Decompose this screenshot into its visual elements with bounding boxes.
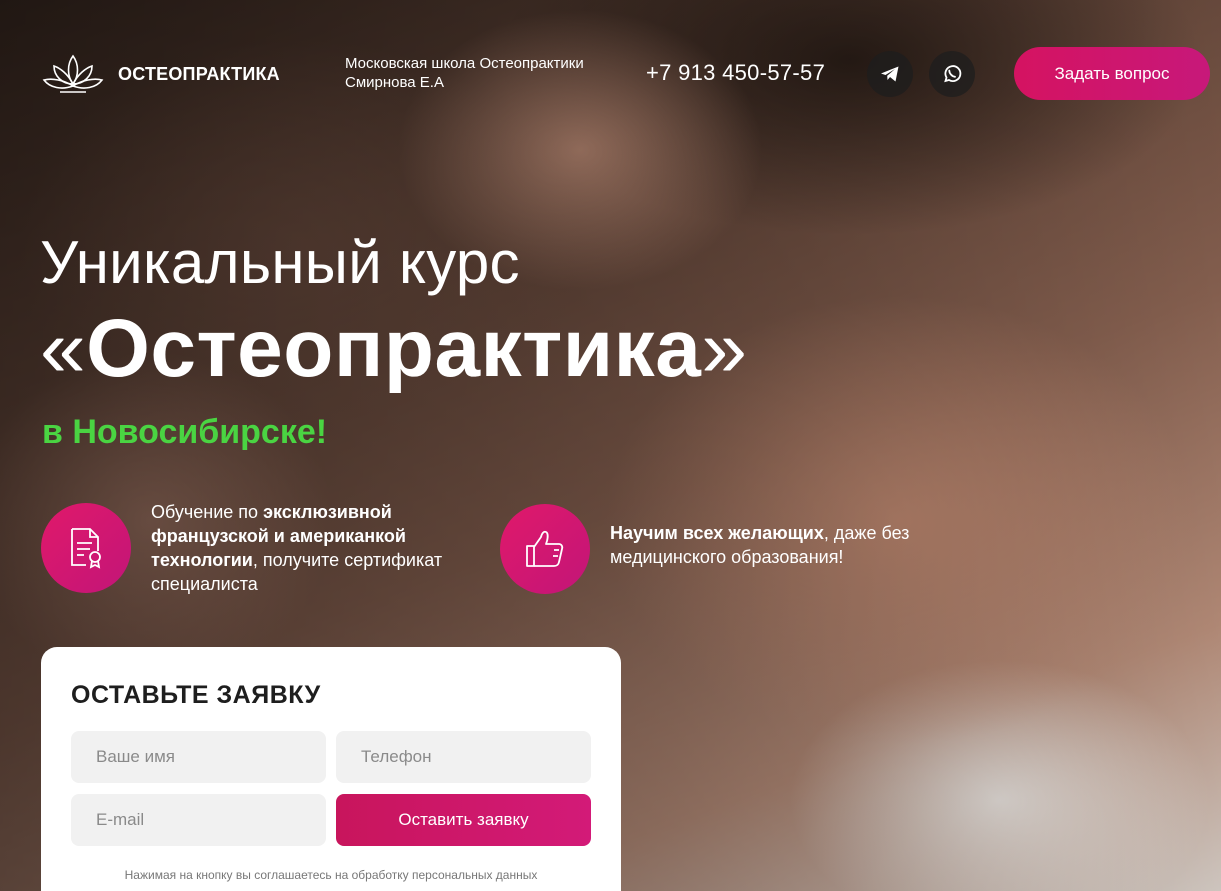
consent-text: Нажимая на кнопку вы соглашаетесь на обр… (124, 868, 538, 882)
whatsapp-icon (944, 65, 962, 83)
school-name-line1: Московская школа Остеопрактики (345, 55, 584, 72)
hero-title: «Остеопрактика» (40, 302, 747, 396)
lead-form: ОСТАВЬТЕ ЗАЯВКУ Оставить заявку Нажимая … (41, 647, 621, 891)
feature-text-bold: Научим всех желающих (610, 523, 824, 543)
certificate-icon (71, 528, 101, 569)
feature-icon-circle (41, 503, 131, 593)
submit-button[interactable]: Оставить заявку (336, 794, 591, 846)
logo[interactable]: ОСТЕОПРАКТИКА (40, 50, 280, 98)
name-input[interactable] (71, 731, 326, 783)
school-name: Московская школа Остеопрактики Смирнова … (345, 54, 584, 92)
open-quote: « (40, 303, 87, 394)
site-header: ОСТЕОПРАКТИКА Московская школа Остеопрак… (0, 0, 1221, 150)
form-title: ОСТАВЬТЕ ЗАЯВКУ (71, 681, 321, 709)
email-input[interactable] (71, 794, 326, 846)
feature-text: Научим всех желающих, даже без медицинск… (610, 521, 930, 569)
feature-text: Обучение по эксклюзивной французской и а… (151, 500, 451, 596)
hero-city: в Новосибирске! (42, 413, 328, 451)
lotus-icon (42, 54, 104, 93)
feature-text-pre: Обучение по (151, 502, 264, 522)
whatsapp-button[interactable] (929, 51, 975, 97)
telegram-icon (881, 66, 899, 82)
logo-text: ОСТЕОПРАКТИКА (118, 63, 280, 84)
telegram-button[interactable] (867, 51, 913, 97)
hero-subtitle: Уникальный курс (40, 229, 520, 296)
feature-icon-circle (500, 504, 590, 594)
close-quote: » (701, 303, 748, 394)
ask-question-button[interactable]: Задать вопрос (1014, 47, 1210, 100)
course-name: Остеопрактика (86, 303, 702, 394)
phone-input[interactable] (336, 731, 591, 783)
phone-link[interactable]: +7 913 450-57-57 (646, 60, 825, 86)
feature-certificate: Обучение по эксклюзивной французской и а… (41, 500, 451, 596)
school-name-line2: Смирнова Е.А (345, 74, 444, 91)
feature-everyone: Научим всех желающих, даже без медицинск… (500, 504, 930, 594)
thumbs-up-icon (526, 530, 564, 567)
